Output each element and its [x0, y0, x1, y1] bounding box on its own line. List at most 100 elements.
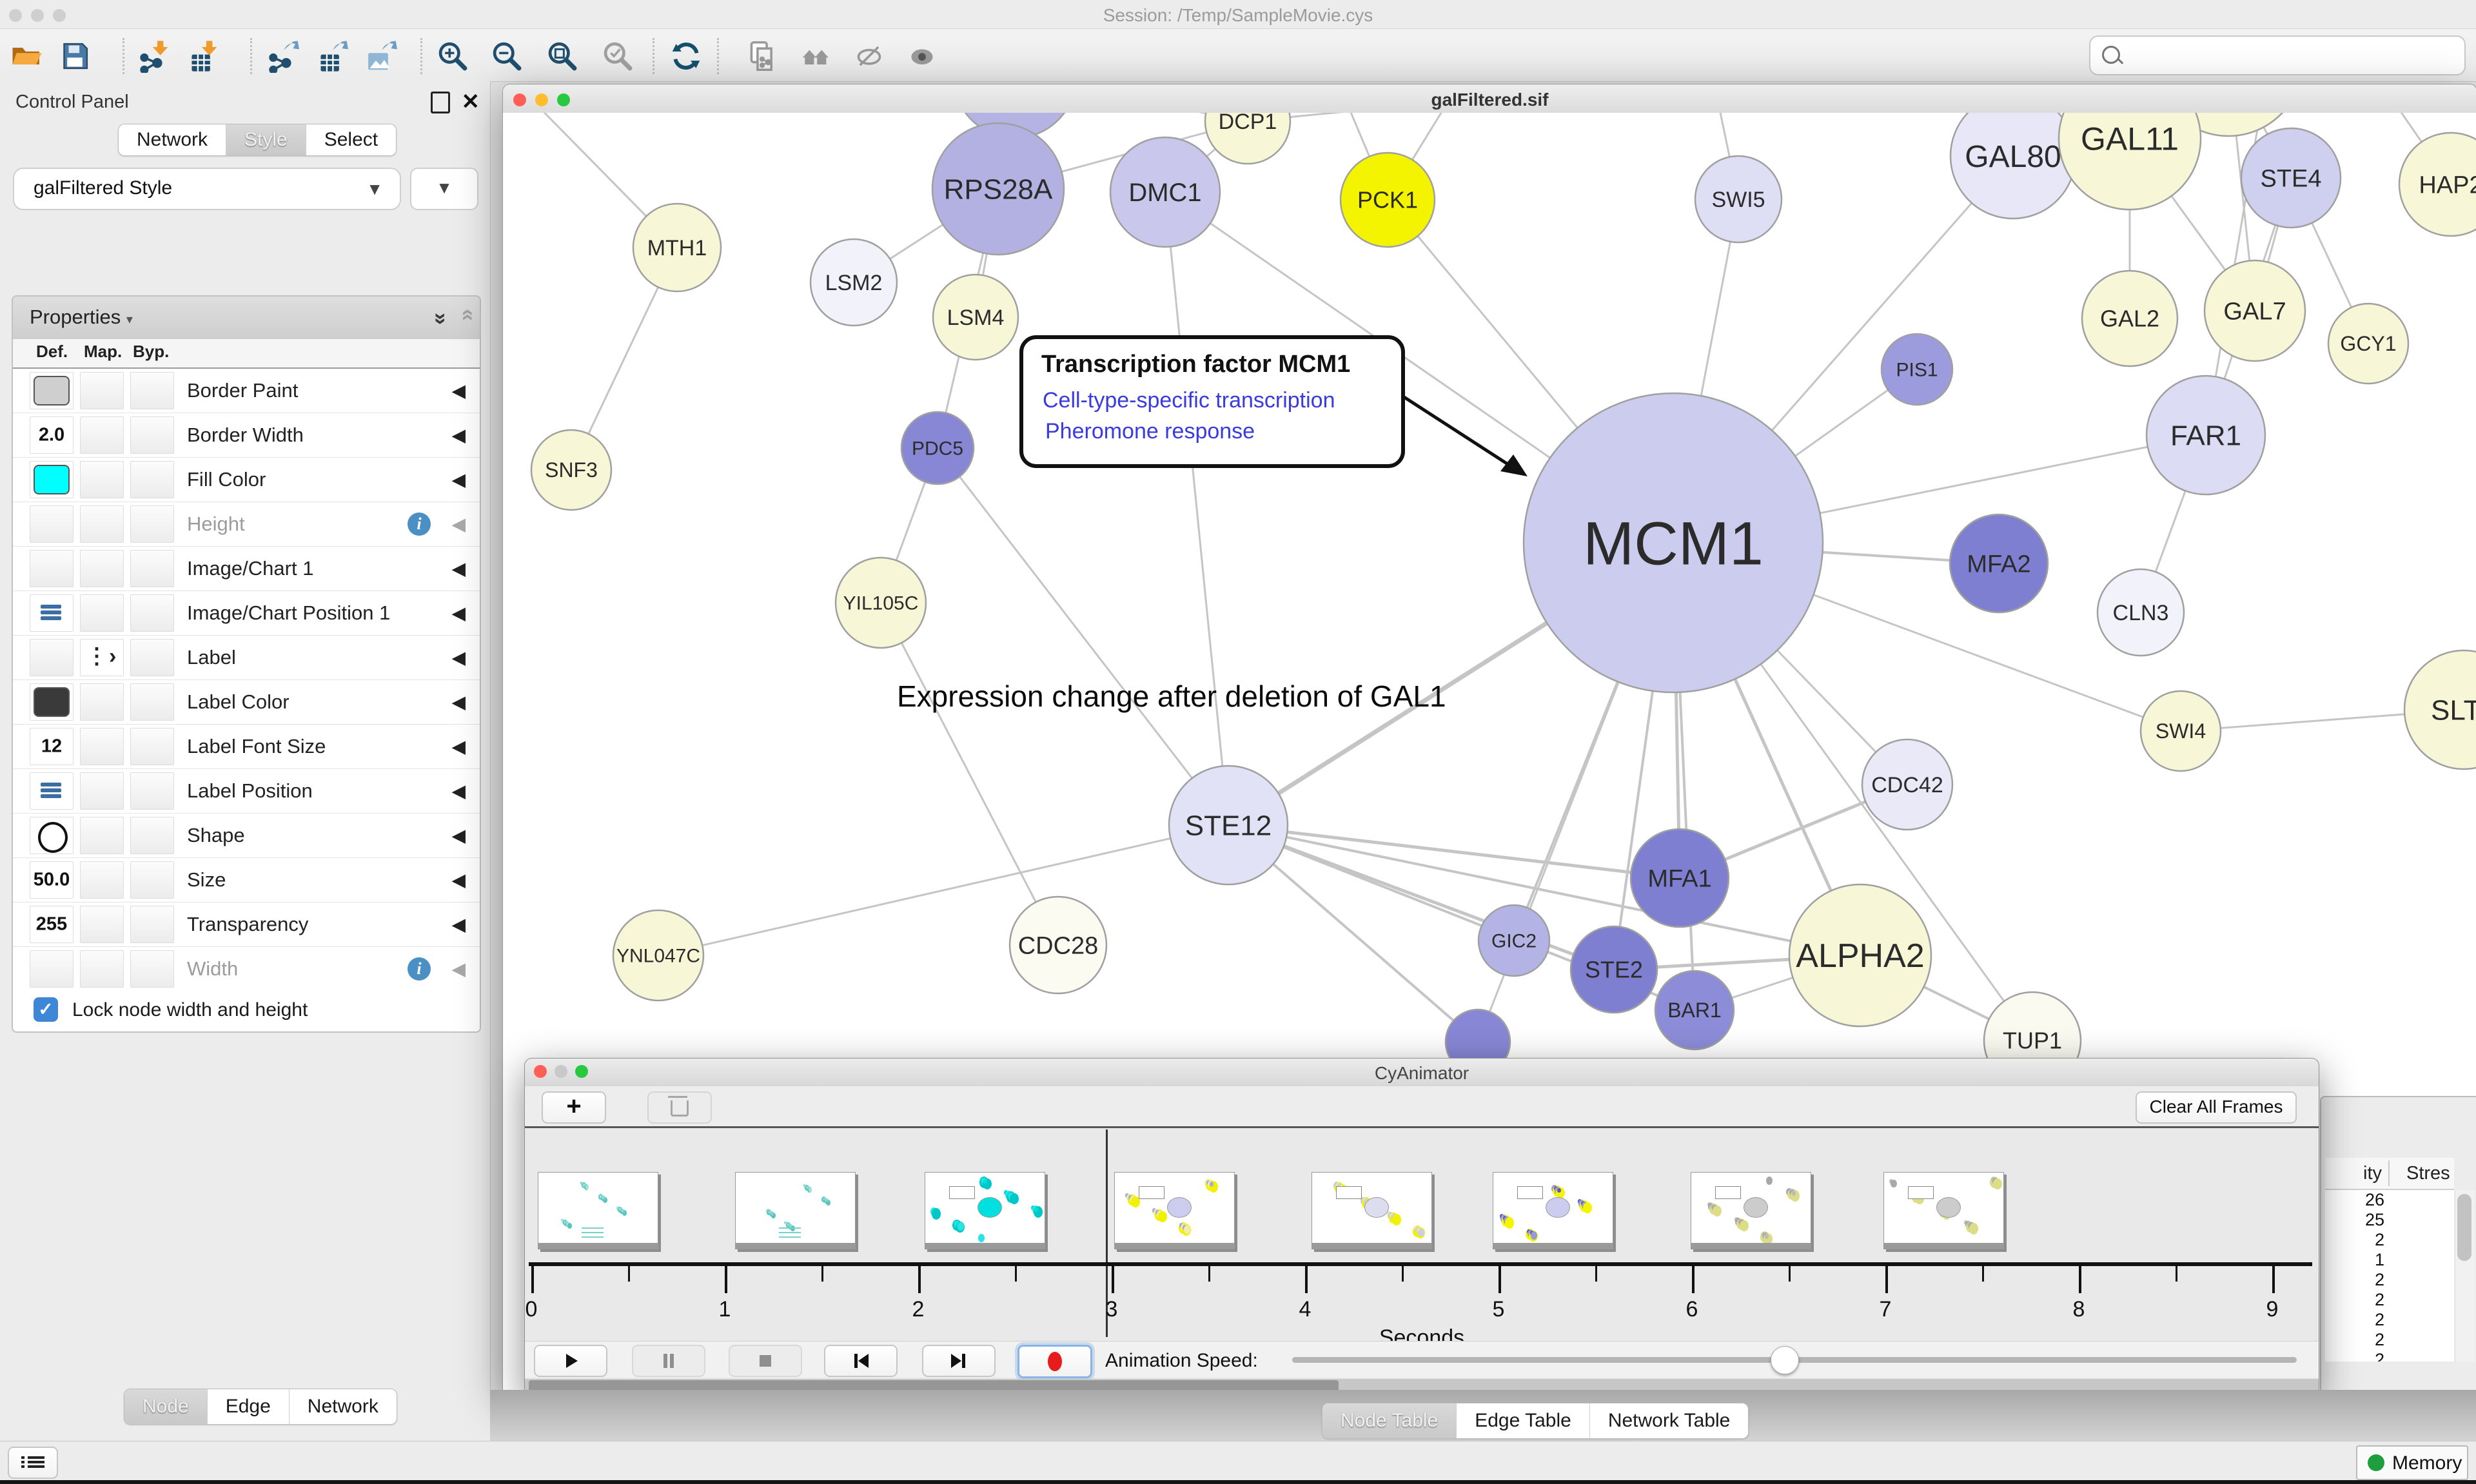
def-cell[interactable]: 2.0 [30, 416, 74, 454]
network-edge[interactable] [881, 603, 1058, 945]
byp-cell[interactable] [130, 950, 174, 988]
zoom-selected-icon[interactable] [601, 39, 634, 73]
refresh-layout-icon[interactable] [669, 39, 703, 73]
tab-style[interactable]: Style [226, 124, 306, 155]
frame-thumbnail-4[interactable] [1114, 1172, 1235, 1249]
property-row-image-chart-position-1[interactable]: Image/Chart Position 1◀ [13, 591, 480, 636]
expand-row-icon[interactable]: ◀ [451, 425, 466, 446]
save-session-icon[interactable] [58, 39, 92, 73]
network-edge[interactable] [938, 448, 1228, 825]
export-network-icon[interactable] [266, 39, 299, 73]
map-cell[interactable] [80, 416, 124, 454]
def-cell[interactable]: 12 [30, 728, 74, 765]
byp-cell[interactable] [130, 772, 174, 810]
annotation-link[interactable]: Pheromone response [1045, 419, 1255, 444]
home-view-icon[interactable] [800, 39, 833, 73]
memory-button[interactable]: Memory [2356, 1445, 2468, 1480]
property-row-border-paint[interactable]: Border Paint◀ [13, 369, 480, 413]
table-cell-value[interactable]: 2 [2325, 1290, 2384, 1310]
network-edge[interactable] [1248, 113, 1690, 121]
annotation-box[interactable]: Transcription factor MCM1 Cell-type-spec… [1019, 335, 1405, 468]
def-cell[interactable] [30, 639, 74, 676]
byp-cell[interactable] [130, 639, 174, 676]
expand-row-icon[interactable]: ◀ [451, 380, 466, 402]
network-titlebar[interactable]: galFiltered.sif [503, 84, 2476, 113]
stop-button[interactable] [729, 1345, 802, 1377]
tab-network-table[interactable]: Network Table [1589, 1403, 1749, 1438]
properties-header[interactable]: Properties ▾ » » [13, 297, 480, 340]
def-cell[interactable]: 255 [30, 906, 74, 943]
frame-thumbnail-5[interactable] [1312, 1172, 1432, 1249]
map-cell[interactable] [80, 594, 124, 632]
byp-cell[interactable] [130, 461, 174, 498]
scrollbar-thumb[interactable] [2457, 1194, 2471, 1261]
byp-cell[interactable] [130, 505, 174, 543]
zoom-in-icon[interactable] [436, 39, 469, 73]
frame-thumbnail-2[interactable] [735, 1172, 856, 1249]
tab-select[interactable]: Select [306, 124, 396, 155]
tab-network[interactable]: Network [119, 124, 226, 155]
property-row-width[interactable]: Widthi◀ [13, 947, 480, 991]
record-button[interactable] [1017, 1345, 1092, 1378]
byp-cell[interactable] [130, 550, 174, 587]
byp-cell[interactable] [130, 372, 174, 409]
slider-thumb[interactable] [1771, 1346, 1799, 1374]
expand-row-icon[interactable]: ◀ [451, 959, 466, 980]
open-session-icon[interactable] [10, 39, 44, 73]
byp-cell[interactable] [130, 594, 174, 632]
tab-edge-table[interactable]: Edge Table [1456, 1403, 1589, 1438]
import-network-icon[interactable] [137, 39, 170, 73]
map-cell[interactable] [80, 950, 124, 988]
expand-row-icon[interactable]: ◀ [451, 914, 466, 935]
byp-cell[interactable] [130, 683, 174, 721]
tab-node[interactable]: Node [124, 1389, 207, 1424]
expand-row-icon[interactable]: ◀ [451, 692, 466, 713]
copy-network-icon[interactable] [745, 39, 779, 73]
property-row-shape[interactable]: Shape◀ [13, 814, 480, 858]
import-table-icon[interactable] [186, 39, 219, 73]
map-cell[interactable] [80, 683, 124, 721]
byp-cell[interactable] [130, 906, 174, 943]
def-cell[interactable] [30, 950, 74, 988]
byp-cell[interactable] [130, 861, 174, 899]
frame-thumbnail-8[interactable] [1883, 1172, 2004, 1249]
expand-row-icon[interactable]: ◀ [451, 603, 466, 624]
map-cell[interactable] [80, 372, 124, 409]
expand-all-icon[interactable]: » [428, 313, 453, 321]
info-icon[interactable]: i [408, 957, 431, 981]
property-row-fill-color[interactable]: Fill Color◀ [13, 458, 480, 502]
lock-size-checkbox[interactable]: ✓ [34, 997, 58, 1022]
map-cell[interactable] [80, 817, 124, 854]
export-table-icon[interactable] [315, 39, 348, 73]
skip-to-start-button[interactable] [824, 1345, 898, 1377]
tab-edge[interactable]: Edge [207, 1389, 289, 1424]
hide-eye-icon[interactable] [852, 39, 886, 73]
expand-row-icon[interactable]: ◀ [451, 647, 466, 669]
table-cell-value[interactable]: 2 [2325, 1350, 2384, 1362]
pause-button[interactable] [632, 1345, 705, 1377]
frame-thumbnail-6[interactable] [1493, 1172, 1613, 1249]
expand-row-icon[interactable]: ◀ [451, 514, 466, 535]
table-column-header[interactable]: ity [2325, 1163, 2382, 1184]
table-cell-value[interactable]: 25 [2325, 1210, 2384, 1230]
frame-thumbnail-1[interactable] [538, 1172, 658, 1249]
float-panel-icon[interactable] [431, 92, 450, 113]
def-cell[interactable] [30, 817, 74, 854]
style-options-button[interactable]: ▼ [410, 168, 478, 210]
byp-cell[interactable] [130, 416, 174, 454]
frame-thumbnail-7[interactable] [1691, 1172, 1811, 1249]
byp-cell[interactable] [130, 817, 174, 854]
map-cell[interactable] [80, 772, 124, 810]
expand-row-icon[interactable]: ◀ [451, 469, 466, 491]
show-eye-icon[interactable] [905, 39, 939, 73]
close-panel-icon[interactable]: ✕ [462, 89, 480, 115]
skip-to-end-button[interactable] [922, 1345, 996, 1377]
collapse-all-icon[interactable]: » [454, 313, 479, 321]
property-row-size[interactable]: 50.0Size◀ [13, 858, 480, 903]
expand-row-icon[interactable]: ◀ [451, 736, 466, 757]
style-selector[interactable]: galFiltered Style ▼ [13, 168, 401, 210]
def-cell[interactable] [30, 594, 74, 632]
expand-row-icon[interactable]: ◀ [451, 825, 466, 846]
map-cell[interactable] [80, 550, 124, 587]
info-icon[interactable]: i [408, 513, 431, 536]
